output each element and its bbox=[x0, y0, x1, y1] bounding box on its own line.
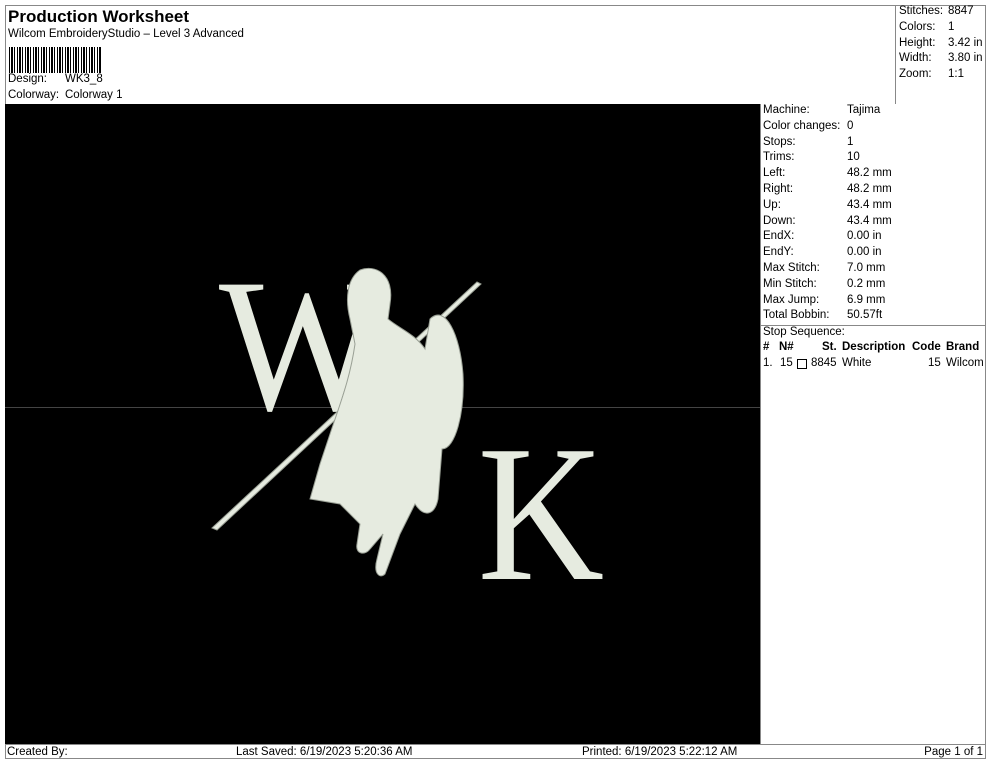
info-machine: Machine: Tajima bbox=[763, 104, 881, 116]
info-max-stitch: Max Stitch: 7.0 mm bbox=[763, 261, 886, 274]
printed-date: Printed: 6/19/2023 5:22:12 AM bbox=[582, 746, 738, 758]
created-by: Created By: bbox=[7, 746, 68, 758]
header: Production Worksheet Wilcom EmbroiderySt… bbox=[5, 5, 895, 104]
info-endx: EndX: 0.00 in bbox=[763, 230, 882, 243]
info-color-changes: Color changes: 0 bbox=[763, 119, 854, 132]
embroidery-design: W K bbox=[211, 240, 605, 622]
info-up: Up: 43.4 mm bbox=[763, 198, 892, 211]
info-left: Left: 48.2 mm bbox=[763, 167, 892, 180]
design-row: Design: WK3_8 bbox=[8, 73, 103, 85]
color-swatch bbox=[797, 358, 807, 369]
design-value: WK3_8 bbox=[65, 73, 103, 85]
info-endy: EndY: 0.00 in bbox=[763, 246, 882, 259]
info-max-jump: Max Jump: 6.9 mm bbox=[763, 293, 886, 306]
info-right: Right: 48.2 mm bbox=[763, 182, 892, 195]
footer: Created By: Last Saved: 6/19/2023 5:20:3… bbox=[5, 744, 986, 759]
stat-zoom: Zoom: 1:1 bbox=[899, 68, 964, 81]
stats-box: Stitches: 8847 Colors: 1 Height: 3.42 in Wi… bbox=[895, 5, 986, 104]
stop-table-row: 1. 15 8845 White 15 Wilcom bbox=[763, 356, 984, 369]
colorway-value: Colorway 1 bbox=[65, 89, 123, 101]
letter-k: K bbox=[478, 407, 605, 622]
stat-height: Height: 3.42 in bbox=[899, 36, 983, 49]
colorway-row: Colorway: Colorway 1 bbox=[8, 89, 123, 101]
stat-stitches: Stitches: 8847 bbox=[899, 5, 974, 17]
machine-info-panel: Machine: Tajima Color changes: 0 Stops: 1 T… bbox=[760, 104, 986, 744]
page-number: Page 1 of 1 bbox=[924, 746, 983, 758]
info-trims: Trims: 10 bbox=[763, 151, 860, 164]
last-saved: Last Saved: 6/19/2023 5:20:36 AM bbox=[236, 746, 413, 758]
stat-colors: Colors: 1 bbox=[899, 20, 955, 33]
barcode bbox=[9, 47, 101, 73]
info-down: Down: 43.4 mm bbox=[763, 214, 892, 227]
design-label: Design: bbox=[8, 73, 47, 85]
colorway-label: Colorway: bbox=[8, 89, 60, 101]
stop-table-header: # N# St. Description Code Brand bbox=[763, 340, 980, 353]
info-total-bobbin: Total Bobbin: 50.57ft bbox=[763, 309, 883, 322]
page-title: Production Worksheet bbox=[8, 7, 190, 26]
software-name: Wilcom EmbroideryStudio – Level 3 Advanc… bbox=[8, 28, 244, 40]
design-preview: W K bbox=[5, 104, 760, 744]
info-stops: Stops: 1 bbox=[763, 135, 854, 148]
stat-width: Width: 3.80 in bbox=[899, 52, 983, 65]
info-min-stitch: Min Stitch: 0.2 mm bbox=[763, 277, 886, 290]
stop-sequence-title: Stop Sequence: bbox=[761, 325, 986, 341]
